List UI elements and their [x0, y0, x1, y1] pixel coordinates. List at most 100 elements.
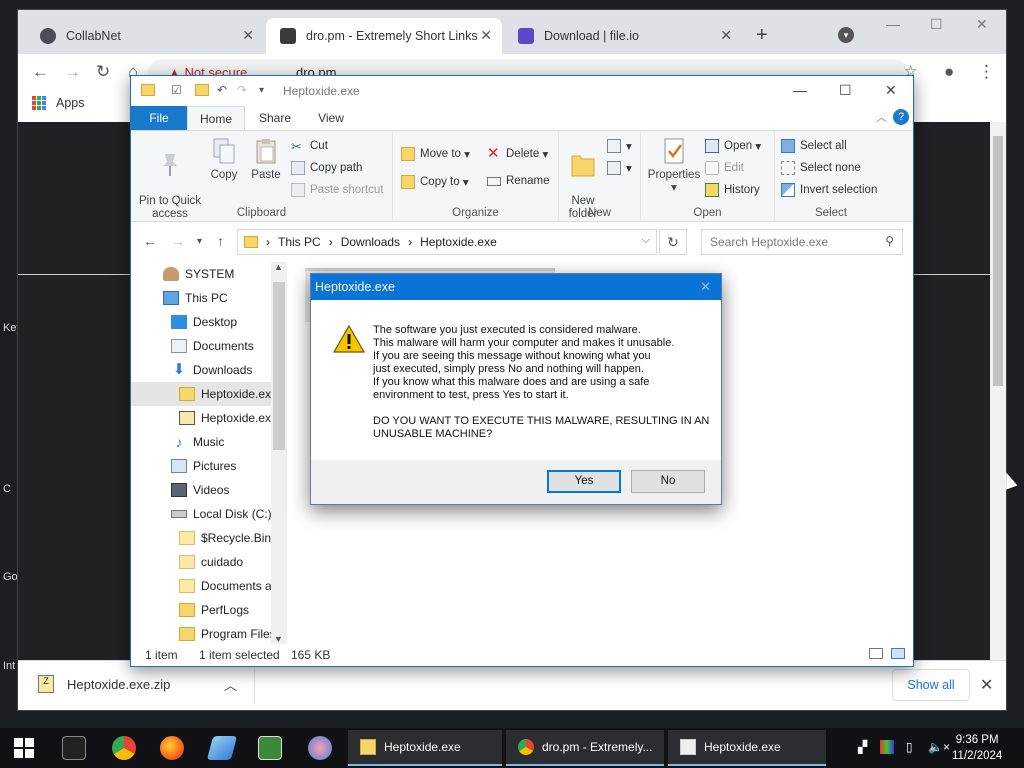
tab-home[interactable]: Home [187, 106, 245, 130]
nav-item-music[interactable]: ♪ Music [131, 430, 271, 454]
tab-share[interactable]: Share [255, 106, 295, 130]
forward-icon[interactable]: → [64, 62, 81, 82]
nav-item-downloads[interactable]: ⬇ Downloads [131, 358, 271, 382]
notepad-app-icon[interactable] [206, 736, 238, 760]
copy-button[interactable]: Copy [205, 137, 243, 182]
scrollbar-thumb[interactable] [993, 136, 1003, 386]
nav-item-heptoxide-zip[interactable]: Heptoxide.exe [131, 406, 271, 430]
refresh-button[interactable]: ↻ [659, 229, 687, 255]
close-icon[interactable]: ✕ [700, 279, 711, 295]
edit-button[interactable]: Edit [705, 161, 744, 175]
scroll-down-icon[interactable]: ▼ [274, 634, 283, 644]
taskbar-app-explorer[interactable]: Heptoxide.exe [348, 730, 502, 766]
show-all-button[interactable]: Show all [892, 669, 970, 701]
usb-icon[interactable]: ▯ [906, 740, 913, 754]
nav-item-cuidado[interactable]: cuidado [131, 550, 271, 574]
paste-button[interactable]: Paste [247, 137, 285, 182]
scrollbar-thumb[interactable] [273, 282, 285, 450]
start-windows-icon[interactable] [14, 738, 34, 758]
system-clock[interactable]: 9:36 PM 11/2/2024 [952, 732, 1002, 764]
close-tab-icon[interactable]: ✕ [242, 27, 254, 44]
properties-qat-icon[interactable]: ☑ [171, 83, 182, 97]
forward-icon[interactable]: → [171, 233, 185, 249]
delete-button[interactable]: ✕ Delete ▾ [487, 146, 548, 161]
history-button[interactable]: History [705, 183, 760, 197]
maximize-icon[interactable]: ☐ [839, 82, 852, 99]
chrome-tab[interactable]: Download | file.io ✕ [504, 18, 742, 54]
chrome-tab[interactable]: CollabNet ✕ [26, 18, 264, 54]
nav-item-recycle-bin[interactable]: $Recycle.Bin [131, 526, 271, 550]
reload-icon[interactable]: ↻ [96, 62, 110, 82]
apps-grid-icon[interactable] [32, 96, 46, 110]
invert-selection-button[interactable]: Invert selection [781, 183, 877, 197]
breadcrumb-item[interactable]: Heptoxide.exe [420, 235, 497, 249]
cut-button[interactable]: ✂ Cut [291, 139, 328, 154]
taskbar-app-heptoxide[interactable]: Heptoxide.exe [668, 730, 826, 766]
undo-icon[interactable]: ↶ [217, 83, 227, 97]
network-icon[interactable]: ▞ [858, 740, 867, 754]
details-view-icon[interactable] [869, 648, 883, 659]
new-tab-button[interactable]: + [756, 24, 768, 47]
properties-button[interactable]: Properties ▾ [647, 137, 701, 195]
page-scrollbar[interactable] [990, 122, 1006, 660]
paste-shortcut-button[interactable]: Paste shortcut [291, 183, 384, 197]
chevron-up-icon[interactable]: ︿ [224, 675, 237, 694]
up-icon[interactable]: ↑ [217, 233, 224, 249]
breadcrumb-item[interactable]: Downloads [341, 235, 400, 249]
open-button[interactable]: Open ▾ [705, 139, 761, 153]
tab-view[interactable]: View [311, 106, 351, 130]
close-tab-icon[interactable]: ✕ [720, 27, 732, 44]
close-tab-icon[interactable]: ✕ [480, 27, 492, 44]
help-icon[interactable]: ? [893, 109, 909, 125]
nav-item-videos[interactable]: Videos [131, 478, 271, 502]
taskbar-app-chrome[interactable]: dro.pm - Extremely... [506, 730, 664, 766]
chevron-right-icon[interactable]: › [266, 235, 270, 249]
tab-search-icon[interactable]: ▾ [838, 27, 854, 43]
copy-to-button[interactable]: Copy to ▾ [401, 175, 469, 189]
nav-scrollbar[interactable]: ▲ ▼ [271, 262, 287, 644]
tab-file[interactable]: File [131, 106, 187, 130]
spreadsheet-app-icon[interactable] [258, 736, 282, 760]
nav-item-system[interactable]: SYSTEM [131, 262, 271, 286]
qat-dropdown-icon[interactable]: ▾ [259, 85, 264, 96]
no-button[interactable]: No [631, 470, 705, 493]
new-folder-qat-icon[interactable] [195, 84, 209, 96]
select-none-button[interactable]: Select none [781, 161, 861, 175]
new-item-button[interactable]: ▾ [607, 139, 632, 153]
firefox-icon[interactable] [160, 736, 184, 760]
chevron-right-icon[interactable]: › [408, 235, 412, 249]
color-app-tray-icon[interactable] [880, 740, 894, 754]
nav-item-perflogs[interactable]: PerfLogs [131, 598, 271, 622]
back-icon[interactable]: ← [32, 62, 49, 82]
nav-item-local-disk[interactable]: Local Disk (C:) [131, 502, 271, 526]
collapse-ribbon-icon[interactable]: ︿ [876, 109, 887, 125]
maximize-icon[interactable]: ☐ [930, 16, 943, 33]
close-window-icon[interactable]: ✕ [885, 82, 897, 99]
nav-item-program-files[interactable]: Program Files [131, 622, 271, 646]
paint-app-icon[interactable] [308, 736, 332, 760]
chevron-right-icon[interactable]: › [329, 235, 333, 249]
chrome-icon[interactable] [112, 736, 136, 760]
chrome-tab-active[interactable]: dro.pm - Extremely Short Links ✕ [266, 18, 502, 54]
yes-button[interactable]: Yes [547, 470, 621, 493]
chrome-menu-icon[interactable]: ⋮ [978, 62, 995, 82]
nav-item-heptoxide-folder[interactable]: Heptoxide.exe [131, 382, 271, 406]
close-window-icon[interactable]: ✕ [976, 16, 988, 33]
easy-access-button[interactable]: ▾ [607, 161, 632, 175]
large-icons-view-icon[interactable] [891, 648, 905, 659]
nav-item-this-pc[interactable]: This PC [131, 286, 271, 310]
rename-button[interactable]: Rename [487, 175, 549, 187]
apps-bookmark[interactable]: Apps [56, 96, 85, 110]
minimize-icon[interactable]: — [793, 82, 807, 98]
search-input[interactable]: Search Heptoxide.exe ⚲ [701, 229, 903, 255]
close-shelf-icon[interactable]: ✕ [980, 675, 993, 695]
nav-item-desktop[interactable]: Desktop [131, 310, 271, 334]
download-item-name[interactable]: Heptoxide.exe.zip [67, 677, 170, 692]
chevron-down-icon[interactable]: ⌵ [642, 234, 650, 247]
nav-item-documents-and[interactable]: Documents a [131, 574, 271, 598]
profile-avatar-icon[interactable]: ● [944, 62, 954, 82]
address-box[interactable]: › This PC › Downloads › Heptoxide.exe ⌵ [237, 229, 657, 255]
nav-item-documents[interactable]: Documents [131, 334, 271, 358]
nav-item-pictures[interactable]: Pictures [131, 454, 271, 478]
back-icon[interactable]: ← [143, 233, 157, 249]
